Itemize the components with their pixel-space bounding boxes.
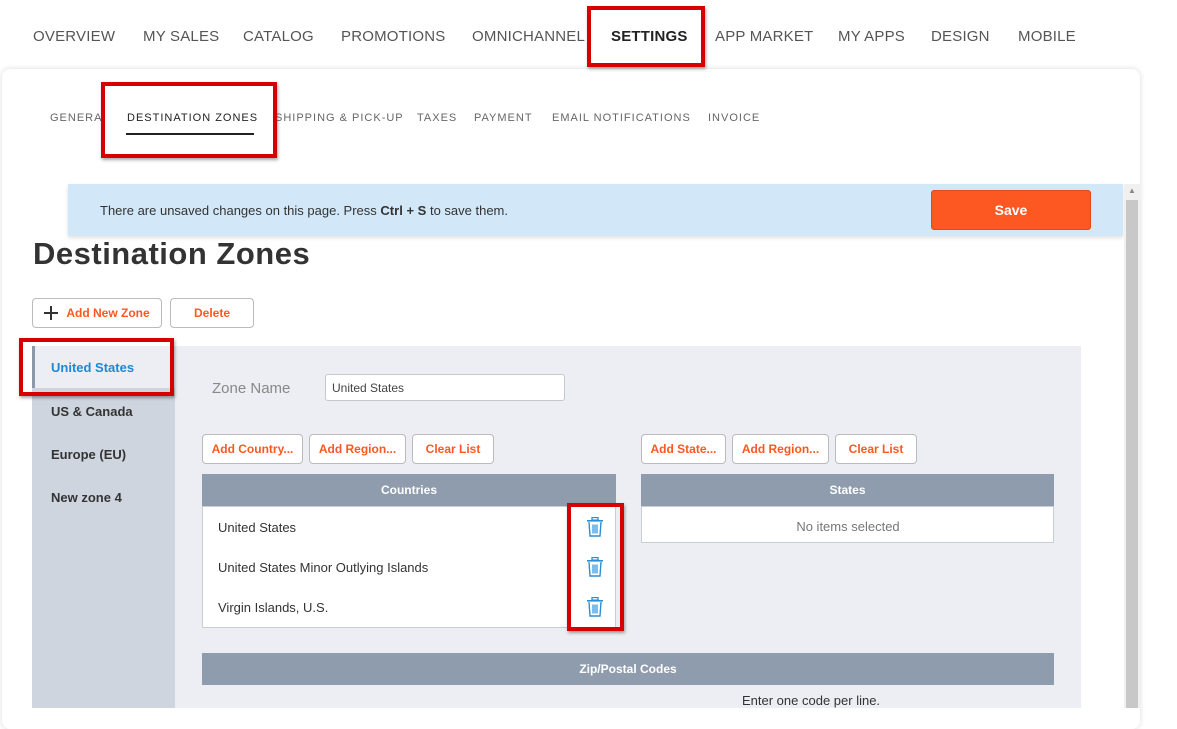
country-row-label: Virgin Islands, U.S. <box>218 600 329 615</box>
clear-countries-button[interactable]: Clear List <box>412 434 494 464</box>
plus-icon <box>44 306 59 320</box>
trash-icon[interactable] <box>586 517 604 537</box>
banner-key-plus: + <box>406 203 415 218</box>
states-table-header: States <box>641 474 1054 506</box>
nav-my-apps[interactable]: MY APPS <box>838 28 905 45</box>
banner-key-s: S <box>417 203 427 218</box>
top-navigation: OVERVIEW MY SALES CATALOG PROMOTIONS OMN… <box>0 0 1177 72</box>
banner-key-ctrl: Ctrl <box>380 203 403 218</box>
page-title: Destination Zones <box>33 236 311 271</box>
nav-promotions[interactable]: PROMOTIONS <box>341 28 446 45</box>
nav-mobile[interactable]: MOBILE <box>1018 28 1076 45</box>
nav-design[interactable]: DESIGN <box>931 28 990 45</box>
subnav-email-notifications[interactable]: EMAIL NOTIFICATIONS <box>552 112 691 124</box>
subnav-shipping-pickup[interactable]: SHIPPING & PICK-UP <box>275 112 404 124</box>
zone-name-input[interactable]: United States <box>325 374 565 401</box>
nav-app-market[interactable]: APP MARKET <box>715 28 813 45</box>
nav-catalog[interactable]: CATALOG <box>243 28 314 45</box>
banner-text-prefix: There are unsaved changes on this page. … <box>100 203 377 218</box>
zone-item-new-zone-4[interactable]: New zone 4 <box>32 476 175 518</box>
zip-codes-hint: Enter one code per line. <box>742 693 881 708</box>
nav-overview[interactable]: OVERVIEW <box>33 28 115 45</box>
zone-item-europe-eu[interactable]: Europe (EU) <box>32 433 175 475</box>
clear-states-button[interactable]: Clear List <box>835 434 917 464</box>
countries-table-header: Countries <box>202 474 616 506</box>
nav-my-sales[interactable]: MY SALES <box>143 28 219 45</box>
states-table-body: No items selected <box>641 506 1054 543</box>
subnav-taxes[interactable]: TAXES <box>417 112 457 124</box>
save-button[interactable]: Save <box>931 190 1091 230</box>
zone-item-united-states[interactable]: United States <box>32 346 175 388</box>
zone-item-us-canada[interactable]: US & Canada <box>32 390 175 432</box>
add-country-button[interactable]: Add Country... <box>202 434 303 464</box>
trash-icon[interactable] <box>586 557 604 577</box>
subnav-destination-zones[interactable]: DESTINATION ZONES <box>127 112 258 124</box>
zone-name-label: Zone Name <box>212 380 291 397</box>
scrollbar-thumb[interactable] <box>1126 200 1138 708</box>
countries-table-body: United States United States Minor Outlyi… <box>202 506 616 628</box>
delete-zone-button[interactable]: Delete <box>170 298 254 328</box>
add-state-button[interactable]: Add State... <box>641 434 726 464</box>
unsaved-changes-message: There are unsaved changes on this page. … <box>100 203 508 218</box>
country-row-label: United States Minor Outlying Islands <box>218 560 429 575</box>
subnav-payment[interactable]: PAYMENT <box>474 112 533 124</box>
unsaved-changes-banner: There are unsaved changes on this page. … <box>68 184 1123 236</box>
zones-sidebar: United States US & Canada Europe (EU) Ne… <box>32 346 175 708</box>
banner-text-suffix: to save them. <box>429 203 508 218</box>
add-region-countries-button[interactable]: Add Region... <box>309 434 406 464</box>
subnav-invoice[interactable]: INVOICE <box>708 112 760 124</box>
add-new-zone-label: Add New Zone <box>66 306 150 320</box>
add-region-states-button[interactable]: Add Region... <box>732 434 829 464</box>
trash-icon[interactable] <box>586 597 604 617</box>
scroll-up-arrow-icon[interactable]: ▲ <box>1124 184 1140 198</box>
nav-settings[interactable]: SETTINGS <box>611 28 688 45</box>
active-tab-underline <box>126 133 254 135</box>
zip-codes-header: Zip/Postal Codes <box>202 653 1054 685</box>
states-empty-message: No items selected <box>796 519 900 534</box>
subnav-general[interactable]: GENERAL <box>50 112 102 124</box>
country-row-label: United States <box>218 520 297 535</box>
nav-omnichannel[interactable]: OMNICHANNEL <box>472 28 585 45</box>
add-new-zone-button[interactable]: Add New Zone <box>32 298 162 328</box>
